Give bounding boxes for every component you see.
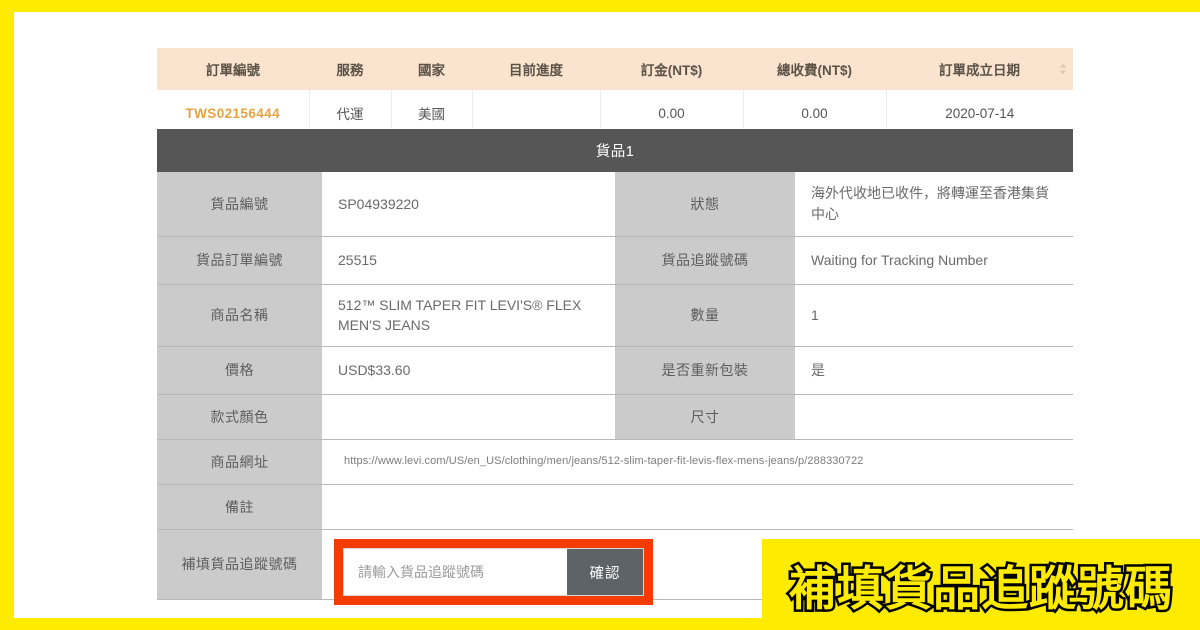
item-section-title: 貨品1 — [595, 144, 635, 160]
value-product-url[interactable]: https://www.levi.com/US/en_US/clothing/m… — [322, 439, 1073, 485]
label-price: 價格 — [157, 346, 322, 395]
label-fill-tracking-number: 補填貨品追蹤號碼 — [157, 529, 322, 600]
label-tracking-number: 貨品追蹤號碼 — [615, 236, 795, 285]
column-header-service[interactable]: 服務 — [309, 48, 391, 90]
detail-row-style-color: 款式顏色 尺寸 — [157, 394, 1073, 440]
confirm-button[interactable]: 確認 — [567, 549, 643, 595]
value-item-number: SP04939220 — [322, 172, 615, 237]
value-style-color — [322, 394, 615, 440]
caption-banner: 補填貨品追蹤號碼 — [762, 539, 1200, 630]
value-tracking-number: Waiting for Tracking Number — [795, 236, 1073, 285]
label-product-name: 商品名稱 — [157, 284, 322, 347]
column-header-order-number[interactable]: 訂單編號 — [157, 48, 309, 90]
label-remark: 備註 — [157, 484, 322, 530]
column-header-total-fee[interactable]: 總收費(NT$) — [743, 48, 886, 90]
value-size — [795, 394, 1073, 440]
detail-row-price: 價格 USD$33.60 是否重新包裝 是 — [157, 346, 1073, 395]
value-repack: 是 — [795, 346, 1073, 395]
detail-row-product-url: 商品網址 https://www.levi.com/US/en_US/cloth… — [157, 439, 1073, 485]
page-canvas: 訂單編號 服務 國家 目前進度 訂金(NT$) 總收費(NT$) 訂單成立日期 — [14, 12, 1200, 618]
label-product-url: 商品網址 — [157, 439, 322, 485]
value-product-name: 512™ SLIM TAPER FIT LEVI'S® FLEX MEN'S J… — [322, 284, 615, 347]
column-header-progress[interactable]: 目前進度 — [472, 48, 600, 90]
item-section-title-bar: 貨品1 — [157, 129, 1073, 172]
value-quantity: 1 — [795, 284, 1073, 347]
label-item-number: 貨品編號 — [157, 172, 322, 237]
label-item-order-number: 貨品訂單編號 — [157, 236, 322, 285]
detail-row-remark: 備註 — [157, 484, 1073, 530]
tracking-input-highlight-box: 確認 — [334, 539, 653, 605]
label-repack: 是否重新包裝 — [615, 346, 795, 395]
tracking-number-input[interactable] — [344, 549, 567, 595]
yellow-frame: 訂單編號 服務 國家 目前進度 訂金(NT$) 總收費(NT$) 訂單成立日期 — [0, 0, 1200, 630]
value-price: USD$33.60 — [322, 346, 615, 395]
order-table-header-row: 訂單編號 服務 國家 目前進度 訂金(NT$) 總收費(NT$) 訂單成立日期 — [157, 48, 1073, 90]
label-quantity: 數量 — [615, 284, 795, 347]
value-remark — [322, 484, 1073, 530]
label-style-color: 款式顏色 — [157, 394, 322, 440]
detail-row-product-name: 商品名稱 512™ SLIM TAPER FIT LEVI'S® FLEX ME… — [157, 284, 1073, 347]
detail-row-item-number: 貨品編號 SP04939220 狀態 海外代收地已收件，將轉運至香港集貨中心 — [157, 172, 1073, 237]
label-status: 狀態 — [615, 172, 795, 237]
sort-arrows-icon[interactable] — [1060, 63, 1067, 75]
value-status: 海外代收地已收件，將轉運至香港集貨中心 — [795, 172, 1073, 237]
value-item-order-number: 25515 — [322, 236, 615, 285]
column-header-country[interactable]: 國家 — [391, 48, 472, 90]
item-detail-table: 貨品編號 SP04939220 狀態 海外代收地已收件，將轉運至香港集貨中心 貨… — [157, 172, 1073, 600]
column-header-created-date[interactable]: 訂單成立日期 — [886, 48, 1073, 90]
label-size: 尺寸 — [615, 394, 795, 440]
tracking-input-group: 確認 — [343, 548, 644, 596]
detail-row-item-order-number: 貨品訂單編號 25515 貨品追蹤號碼 Waiting for Tracking… — [157, 236, 1073, 285]
column-header-created-date-label: 訂單成立日期 — [939, 63, 1020, 78]
caption-banner-text: 補填貨品追蹤號碼 — [787, 560, 1175, 620]
column-header-deposit[interactable]: 訂金(NT$) — [600, 48, 743, 90]
order-summary-table: 訂單編號 服務 國家 目前進度 訂金(NT$) 總收費(NT$) 訂單成立日期 — [157, 48, 1073, 137]
